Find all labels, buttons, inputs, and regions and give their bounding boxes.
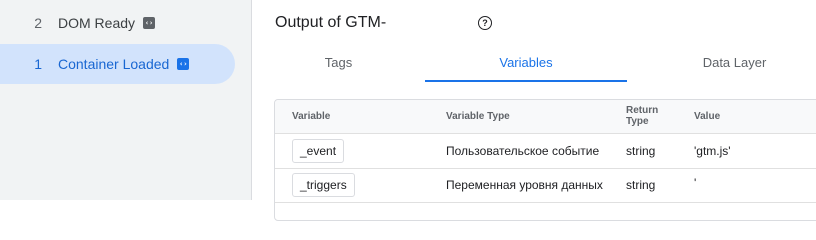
column-header-value: Value — [694, 111, 721, 122]
table-header: Variable Variable Type Return Type Value — [275, 100, 816, 134]
event-item-container-loaded[interactable]: 1 Container Loaded ‹› — [0, 44, 235, 84]
variable-type: Пользовательское событие — [446, 144, 600, 158]
event-number: 1 — [34, 56, 42, 72]
tab-data-layer[interactable]: Data Layer — [627, 44, 816, 82]
code-icon: ‹› — [143, 17, 156, 29]
output-title: Output of GTM- — [275, 14, 387, 31]
column-header-variable: Variable — [292, 111, 331, 122]
variable-name-chip: _event — [292, 139, 345, 163]
return-type: string — [626, 144, 656, 158]
return-type: string — [626, 178, 656, 192]
variable-value: 'gtm.js' — [694, 144, 731, 158]
tab-tags[interactable]: Tags — [252, 44, 425, 82]
event-label: Container Loaded — [58, 56, 170, 72]
variable-type: Переменная уровня данных — [446, 178, 603, 192]
table-row: _triggers Переменная уровня данных strin… — [275, 168, 816, 203]
code-icon: ‹› — [177, 58, 190, 70]
column-header-return-type: Return Type — [626, 105, 659, 127]
variables-table: Variable Variable Type Return Type Value… — [274, 99, 816, 221]
event-label: DOM Ready — [58, 15, 136, 31]
variable-name-chip: _triggers — [292, 173, 355, 197]
variable-value: ' — [694, 176, 697, 190]
sidebar-divider — [251, 0, 252, 200]
event-number: 2 — [34, 15, 42, 31]
event-sidebar: 2 DOM Ready ‹› 1 Container Loaded ‹› — [0, 0, 251, 200]
column-header-variable-type: Variable Type — [446, 111, 510, 122]
output-tabs: Tags Variables Data Layer — [252, 44, 816, 82]
event-item-dom-ready[interactable]: 2 DOM Ready ‹› — [0, 3, 235, 43]
table-row: _event Пользовательское событие string '… — [275, 134, 816, 169]
tab-variables[interactable]: Variables — [425, 44, 627, 82]
help-icon[interactable]: ? — [478, 16, 492, 30]
